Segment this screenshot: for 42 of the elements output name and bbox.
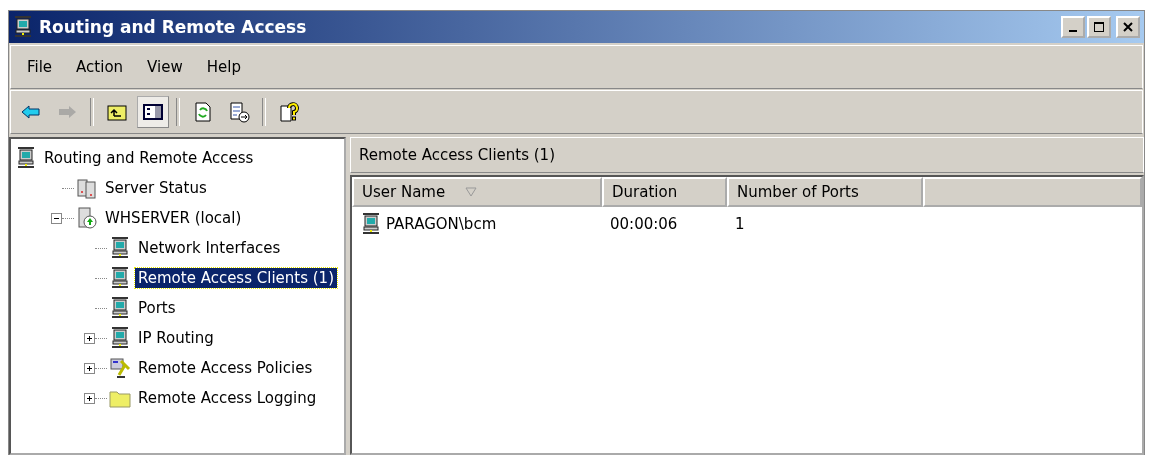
- tree-item[interactable]: Routing and Remote Access: [41, 148, 257, 168]
- column-header[interactable]: Number of Ports: [727, 177, 923, 207]
- maximize-icon: [1093, 21, 1105, 33]
- table-cell: 00:00:06: [610, 215, 678, 233]
- computer-icon: [360, 213, 382, 235]
- column-header[interactable]: Duration: [602, 177, 727, 207]
- minimize-button[interactable]: [1061, 16, 1085, 38]
- menu-item[interactable]: Help: [194, 56, 253, 78]
- panel-toggle-icon[interactable]: [137, 96, 169, 128]
- tree-item[interactable]: WHSERVER (local): [102, 208, 245, 228]
- table-cell: 1: [735, 215, 745, 233]
- tree-item[interactable]: Server Status: [102, 178, 210, 198]
- table-cell: PARAGON\bcm: [386, 215, 497, 233]
- menu-item[interactable]: View: [135, 56, 195, 78]
- server-icon: [76, 207, 98, 229]
- minimize-icon: [1069, 30, 1077, 32]
- server-icon: [76, 177, 98, 199]
- tree-item[interactable]: Remote Access Policies: [135, 358, 316, 378]
- menu-item[interactable]: File: [15, 56, 65, 78]
- computer-icon: [15, 147, 37, 169]
- expander-box[interactable]: [83, 332, 95, 344]
- computer-icon: [109, 327, 131, 349]
- close-button[interactable]: [1116, 16, 1140, 38]
- expander-box[interactable]: [83, 392, 95, 404]
- tree-item[interactable]: Remote Access Logging: [135, 388, 320, 408]
- window-title: Routing and Remote Access: [39, 17, 308, 37]
- expander-box[interactable]: [50, 212, 62, 224]
- column-header[interactable]: User Name: [352, 177, 602, 207]
- maximize-button[interactable]: [1087, 16, 1111, 38]
- tree-item[interactable]: Remote Access Clients (1): [135, 268, 338, 288]
- expander-box[interactable]: [83, 362, 95, 374]
- close-icon: [1122, 21, 1134, 33]
- menu-item[interactable]: Action: [64, 56, 136, 78]
- computer-icon: [109, 297, 131, 319]
- tree-item[interactable]: Ports: [135, 298, 179, 318]
- tree-item[interactable]: IP Routing: [135, 328, 217, 348]
- computer-icon: [109, 237, 131, 259]
- computer-icon: [13, 16, 33, 38]
- policy-icon: [109, 357, 131, 379]
- pane-title: Remote Access Clients (1): [350, 137, 1144, 173]
- computer-icon: [109, 267, 131, 289]
- tree-item[interactable]: Network Interfaces: [135, 238, 284, 258]
